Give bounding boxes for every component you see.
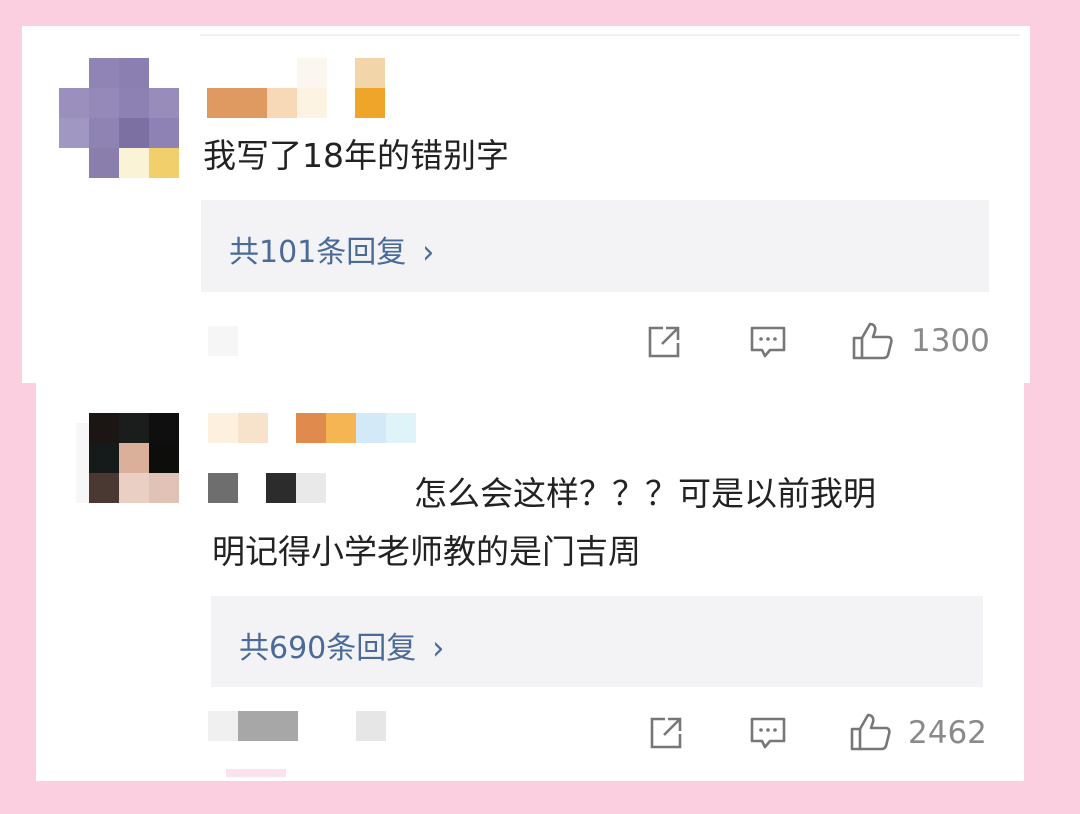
timestamp-blurred xyxy=(208,711,298,741)
replies-count-label: 共101条回复 xyxy=(229,235,407,270)
comment-text-line1: 怎么会这样？？？可是以前我明 xyxy=(414,474,876,513)
chevron-right-icon: › xyxy=(432,629,445,668)
replies-button[interactable]: 共690条回复 › xyxy=(211,596,983,687)
replies-link[interactable]: 共101条回复 › xyxy=(229,227,435,272)
mention-blurred xyxy=(208,473,328,503)
comment-text: 我写了18年的错别字 xyxy=(203,136,509,175)
divider xyxy=(200,34,1020,36)
thumbs-up-icon[interactable] xyxy=(850,318,896,364)
comment-icon[interactable] xyxy=(748,713,788,753)
share-icon[interactable] xyxy=(646,713,686,753)
username-blurred[interactable] xyxy=(207,58,387,118)
avatar[interactable] xyxy=(89,413,179,503)
avatar[interactable] xyxy=(59,58,179,178)
avatar-shadow xyxy=(76,423,90,503)
location-blurred xyxy=(356,711,386,741)
thumbs-up-icon[interactable] xyxy=(848,709,894,755)
comment-card-1: 我写了18年的错别字 共101条回复 › 1300 xyxy=(22,26,1030,383)
like-count: 1300 xyxy=(911,323,990,359)
bottom-artifact xyxy=(226,769,286,777)
like-count: 2462 xyxy=(908,715,987,751)
comment-card-2: 怎么会这样？？？可是以前我明 明记得小学老师教的是门吉周 共690条回复 › 24… xyxy=(36,383,1024,781)
comment-text-line2: 明记得小学老师教的是门吉周 xyxy=(212,532,641,571)
replies-button[interactable]: 共101条回复 › xyxy=(201,200,989,292)
comment-icon[interactable] xyxy=(748,322,788,362)
timestamp-blurred xyxy=(208,326,238,356)
share-icon[interactable] xyxy=(644,322,684,362)
replies-count-label: 共690条回复 xyxy=(239,631,417,666)
replies-link[interactable]: 共690条回复 › xyxy=(239,623,445,668)
chevron-right-icon: › xyxy=(422,233,435,272)
username-blurred[interactable] xyxy=(208,413,418,445)
